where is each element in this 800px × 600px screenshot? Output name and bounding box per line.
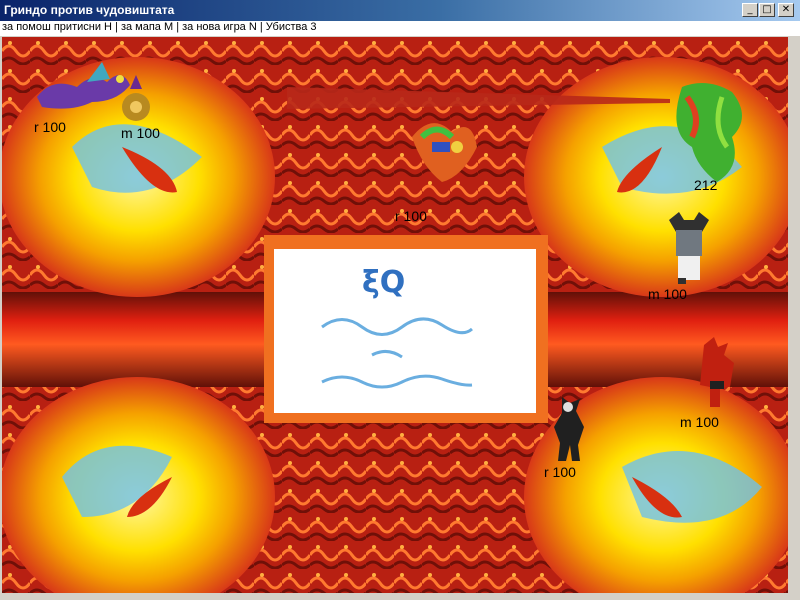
phoenix-sprite[interactable] <box>402 107 482 187</box>
help-hint-text: за помош притисни H | за мапа M | за нов… <box>2 21 317 33</box>
maximize-button[interactable]: □ <box>759 3 775 17</box>
red-demon-sprite[interactable] <box>694 337 742 411</box>
title-bar[interactable]: Гриндо против чудовиштата _ □ ✕ <box>0 0 800 21</box>
game-canvas[interactable]: ξQ r 100 m 100 r 100 212 m 100 m 100 r 1… <box>2 37 788 593</box>
player-hero-sprite[interactable] <box>550 397 590 463</box>
potion-sprite[interactable] <box>118 75 154 123</box>
horizontal-scrollbar[interactable] <box>0 593 788 600</box>
svg-text:ξQ: ξQ <box>362 265 405 300</box>
phoenix-stat-label: r 100 <box>395 208 427 224</box>
purple-dragon-sprite[interactable] <box>32 57 132 117</box>
close-button[interactable]: ✕ <box>778 3 794 17</box>
viking-stat-label: m 100 <box>648 286 687 302</box>
game-window: Гриндо против чудовиштата _ □ ✕ за помош… <box>0 0 800 600</box>
green-monster-sprite[interactable] <box>662 77 752 187</box>
potion-stat-label: m 100 <box>121 125 160 141</box>
window-title: Гриндо против чудовиштата <box>4 3 175 17</box>
green-monster-stat-label: 212 <box>694 177 718 193</box>
dragon-stat-label: r 100 <box>34 119 66 135</box>
viking-sprite[interactable] <box>664 212 714 284</box>
status-menu-bar: за помош притисни H | за мапа M | за нов… <box>0 21 800 36</box>
minimize-button[interactable]: _ <box>742 3 758 17</box>
player-stat-label: r 100 <box>544 464 576 480</box>
vertical-scrollbar[interactable] <box>788 37 800 600</box>
demon-stat-label: m 100 <box>680 414 719 430</box>
